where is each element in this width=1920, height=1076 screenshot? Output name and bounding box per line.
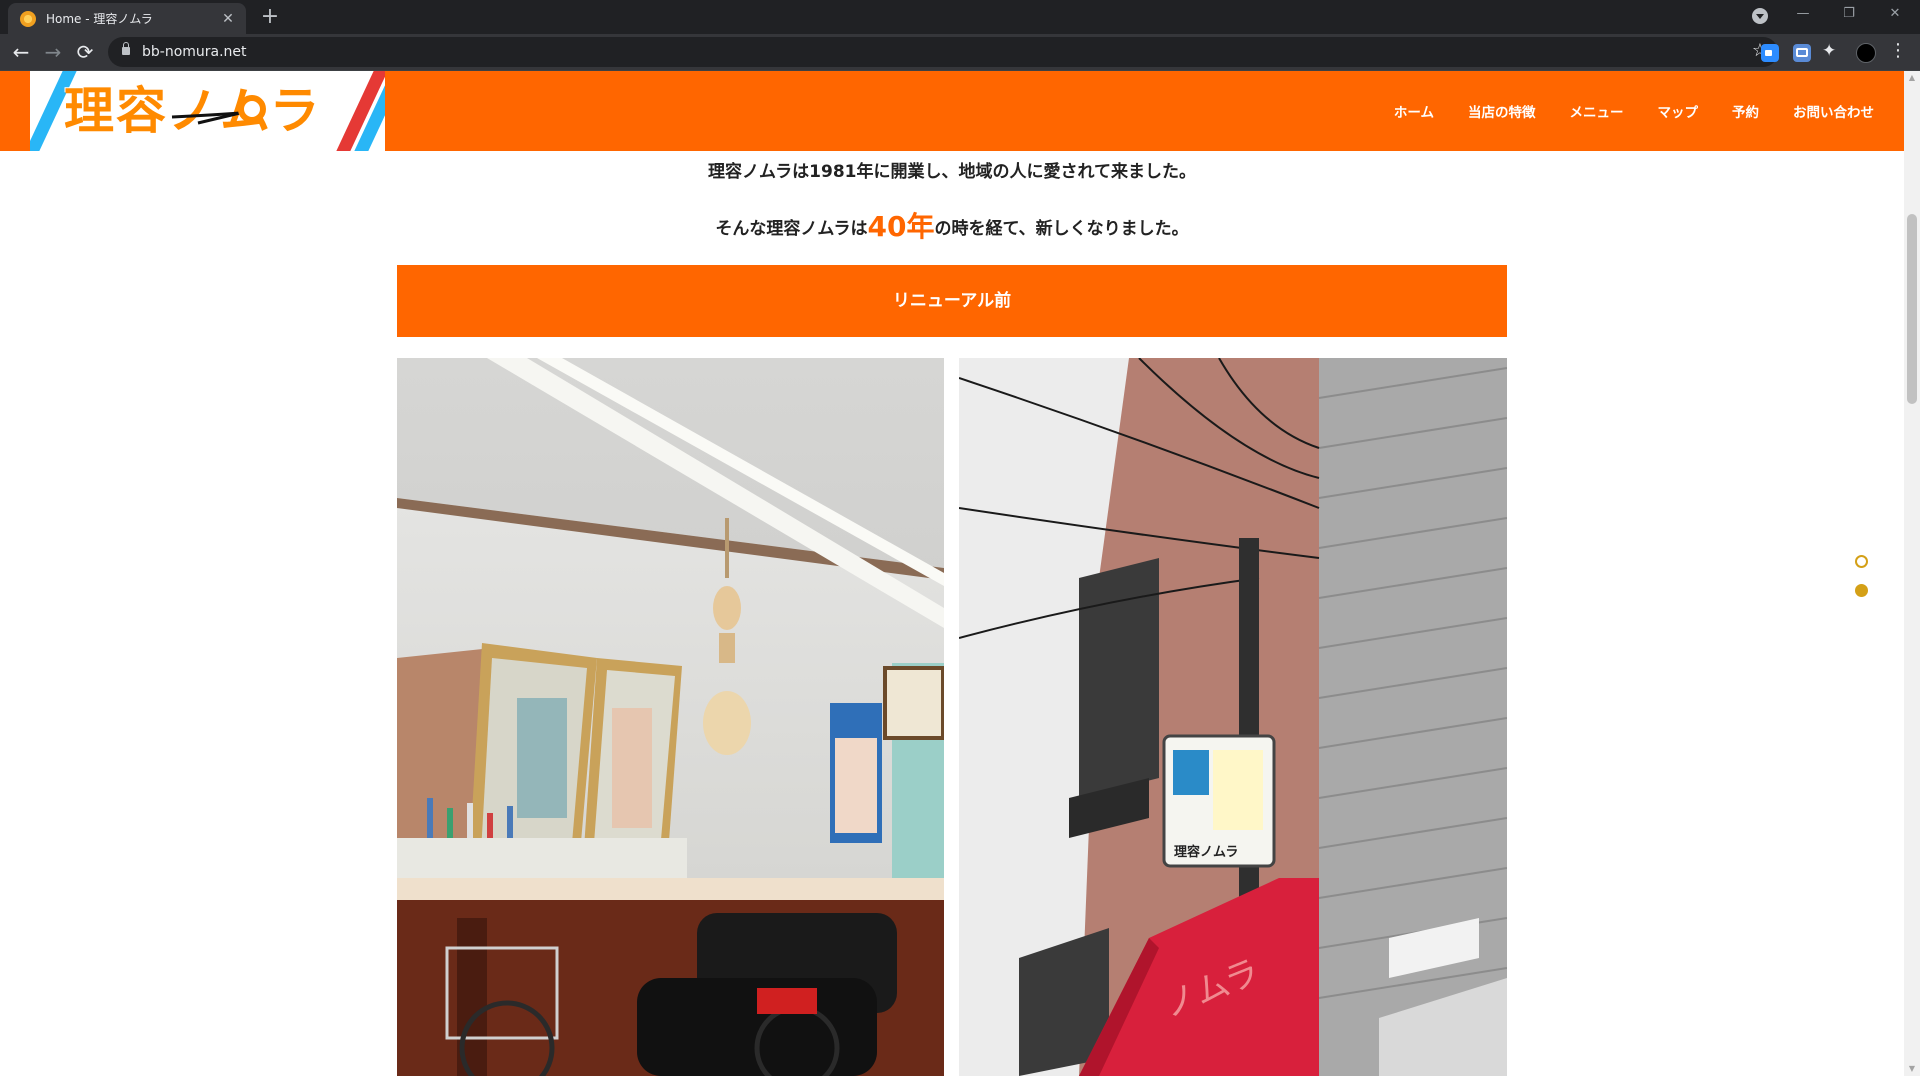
nav-menu[interactable]: メニュー xyxy=(1570,101,1624,121)
new-tab-button[interactable]: + xyxy=(258,5,282,29)
nav-map[interactable]: マップ xyxy=(1658,101,1699,121)
photo-shop-interior xyxy=(397,358,944,1076)
reload-button[interactable]: ⟳ xyxy=(72,40,98,66)
window-close-button[interactable]: ✕ xyxy=(1872,0,1918,28)
section-title-before-renewal: リニューアル前 xyxy=(397,265,1507,337)
browser-toolbar: ← → ⟳ bb-nomura.net ☆ ✦ ⋮ xyxy=(0,34,1920,71)
browser-tabstrip: Home - 理容ノムラ ✕ + — ❐ ✕ xyxy=(0,0,1920,34)
extensions-puzzle-icon[interactable]: ✦ xyxy=(1822,41,1836,61)
site-header: 理容ノムラ ホーム 当店の特徴 メニュー マップ 予約 お問い合わせ xyxy=(0,71,1904,151)
pagination-dot-2[interactable] xyxy=(1855,584,1868,597)
nav-reservation[interactable]: 予約 xyxy=(1732,101,1759,121)
nav-contact[interactable]: お問い合わせ xyxy=(1793,101,1874,121)
browser-tab[interactable]: Home - 理容ノムラ ✕ xyxy=(8,3,246,34)
zoom-extension-icon[interactable] xyxy=(1761,44,1779,62)
years-highlight: 40年 xyxy=(867,210,935,243)
browser-menu-icon[interactable]: ⋮ xyxy=(1889,40,1907,61)
tab-search-icon[interactable] xyxy=(1752,8,1768,24)
tab-title: Home - 理容ノムラ xyxy=(46,12,153,26)
intro-text-renewal: そんな理容ノムラは40年の時を経て、新しくなりました。 xyxy=(0,205,1904,245)
lock-icon[interactable] xyxy=(122,42,130,55)
site-favicon-icon xyxy=(20,10,36,27)
back-button[interactable]: ← xyxy=(8,40,34,66)
profile-avatar[interactable] xyxy=(1856,43,1876,63)
forward-button[interactable]: → xyxy=(40,40,66,66)
url-text[interactable]: bb-nomura.net xyxy=(142,44,247,60)
sign-text: 理容ノムラ xyxy=(1174,844,1238,859)
interior-illustration xyxy=(397,358,944,1076)
page-viewport: 理容ノムラ ホーム 当店の特徴 メニュー マップ 予約 お問い合わせ 理容ノムラ… xyxy=(0,71,1920,1076)
intro-text-pre: そんな理容ノムラは xyxy=(715,219,868,239)
photo-shop-exterior: 理容ノムラ ノムラ xyxy=(959,358,1507,1076)
scissors-icon xyxy=(171,95,266,125)
pagination-dot-1[interactable] xyxy=(1855,555,1868,568)
nav-features[interactable]: 当店の特徴 xyxy=(1468,101,1536,121)
nav-home[interactable]: ホーム xyxy=(1394,101,1434,121)
site-logo[interactable]: 理容ノムラ xyxy=(30,71,385,151)
exterior-illustration: 理容ノムラ ノムラ xyxy=(959,358,1507,1076)
page-scrollbar[interactable]: ▲ ▼ xyxy=(1904,71,1920,1076)
intro-text-history: 理容ノムラは1981年に開業し、地域の人に愛されて来ました。 xyxy=(708,162,1196,182)
tab-close-icon[interactable]: ✕ xyxy=(220,11,236,27)
restore-button[interactable]: ❐ xyxy=(1826,0,1872,28)
screenshot-extension-icon[interactable] xyxy=(1793,44,1811,62)
scroll-down-icon[interactable]: ▼ xyxy=(1904,1062,1920,1076)
scrollbar-thumb[interactable] xyxy=(1907,214,1917,404)
intro-text-post: の時を経て、新しくなりました。 xyxy=(934,219,1189,239)
minimize-button[interactable]: — xyxy=(1780,0,1826,28)
scroll-up-icon[interactable]: ▲ xyxy=(1904,71,1920,85)
address-bar[interactable]: bb-nomura.net ☆ xyxy=(108,37,1778,67)
main-nav: ホーム 当店の特徴 メニュー マップ 予約 お問い合わせ xyxy=(1394,71,1874,151)
section-pagination xyxy=(1855,555,1868,613)
